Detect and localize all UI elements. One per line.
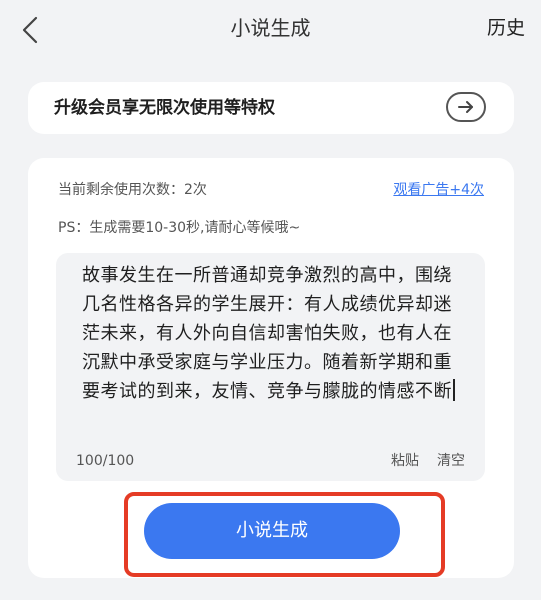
vip-upgrade-banner[interactable]: 升级会员享无限次使用等特权 (28, 82, 514, 134)
top-bar: 小说生成 历史 (0, 0, 541, 58)
clear-button[interactable]: 清空 (437, 451, 465, 471)
story-input[interactable]: 故事发生在一所普通却竞争激烈的高中，围绕几名性格各异的学生展开：有人成绩优异却迷… (56, 253, 485, 481)
watch-ad-link[interactable]: 观看广告+4次 (393, 180, 484, 200)
history-button[interactable]: 历史 (487, 12, 525, 44)
text-caret (453, 379, 455, 401)
vip-banner-text: 升级会员享无限次使用等特权 (54, 98, 275, 118)
story-input-text[interactable]: 故事发生在一所普通却竞争激烈的高中，围绕几名性格各异的学生展开：有人成绩优异却迷… (82, 261, 464, 406)
page-title: 小说生成 (230, 16, 311, 40)
remaining-uses-text: 当前剩余使用次数：2次 (58, 182, 207, 198)
ps-note: PS：生成需要10-30秒,请耐心等候哦~ (58, 220, 301, 236)
generate-novel-button[interactable]: 小说生成 (144, 503, 400, 559)
paste-button[interactable]: 粘贴 (391, 451, 419, 471)
char-counter: 100/100 (76, 453, 135, 469)
arrow-right-icon (458, 101, 473, 113)
vip-arrow-button[interactable] (446, 92, 486, 122)
